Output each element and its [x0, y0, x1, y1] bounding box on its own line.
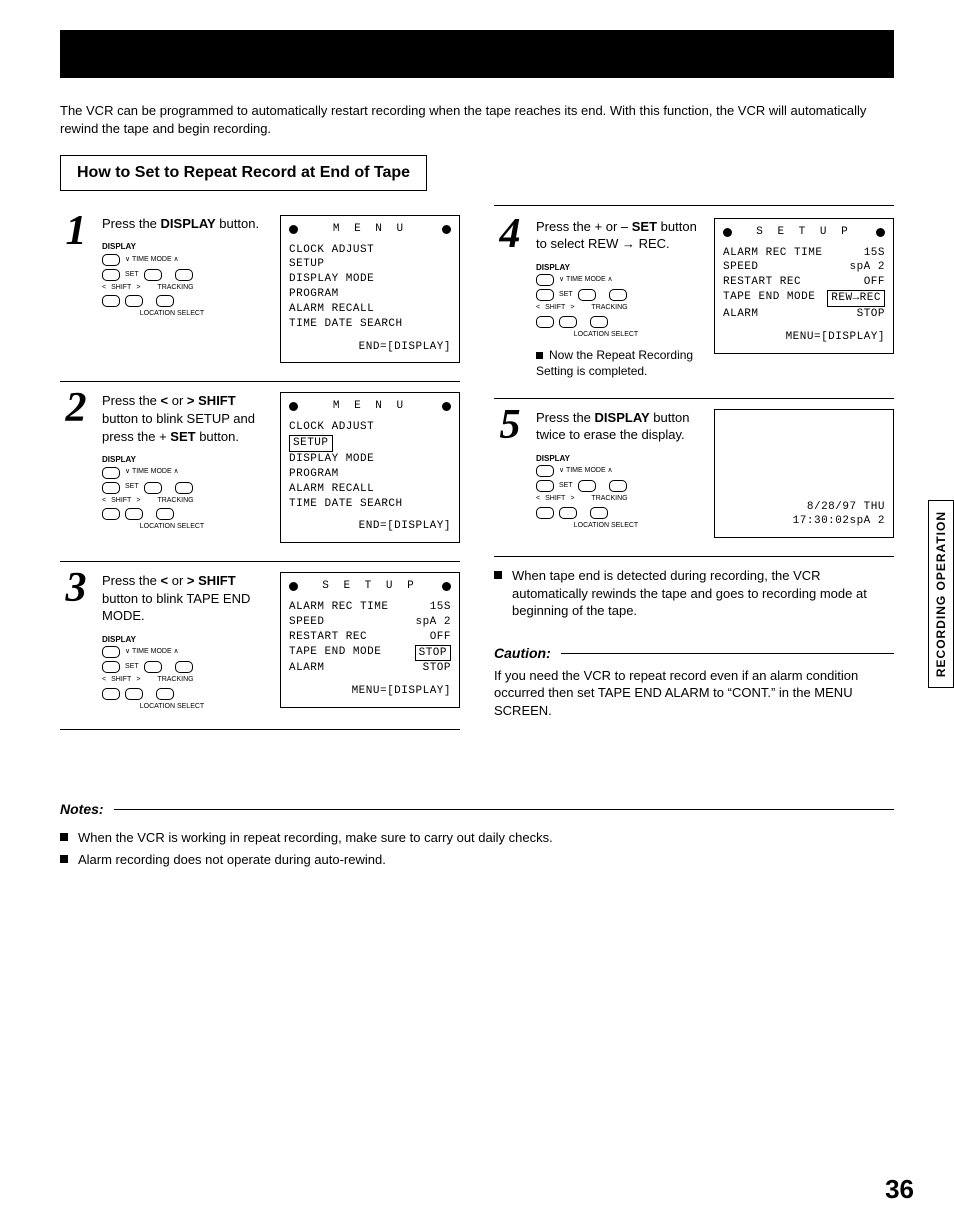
- notes-heading: Notes:: [60, 800, 104, 819]
- section-header-bar: [60, 30, 894, 78]
- notes-block: Notes: When the VCR is working in repeat…: [60, 800, 894, 868]
- step-number: 1: [60, 215, 92, 249]
- remote-buttons-diagram: DISPLAY ∨ TIME MODE ∧ SET <SHIFT>TRACKIN…: [536, 263, 676, 339]
- step-number: 2: [60, 392, 92, 426]
- remote-buttons-diagram: DISPLAY ∨ TIME MODE ∧ SET <SHIFT>TRACKIN…: [536, 454, 676, 530]
- screen-timestamp: 8/28/97 THU 17:30:02spA 2: [714, 409, 894, 539]
- bullet-icon: [494, 571, 502, 579]
- page: The VCR can be programmed to automatical…: [0, 0, 954, 1227]
- step-3: 3 Press the < or > SHIFT button to blink…: [60, 562, 460, 730]
- step-note: Now the Repeat Recording Setting is comp…: [536, 347, 702, 379]
- step-2: 2 Press the < or > SHIFT button to blink…: [60, 382, 460, 562]
- screen-setup-3: S E T U P ALARM REC TIME15S SPEEDspA 2 R…: [280, 572, 460, 708]
- step-4: 4 Press the + or – SET button to select …: [494, 205, 894, 399]
- step-text: Press the < or > SHIFT button to blink T…: [102, 572, 268, 625]
- caution-text: If you need the VCR to repeat record eve…: [494, 667, 894, 720]
- screen-menu-1: M E N U CLOCK ADJUST SETUP DISPLAY MODE …: [280, 215, 460, 364]
- screen-menu-2: M E N U CLOCK ADJUST SETUP DISPLAY MODE …: [280, 392, 460, 543]
- bullet-icon: [60, 833, 68, 841]
- remote-buttons-diagram: DISPLAY ∨ TIME MODE ∧ SET <SHIFT>TRACKIN…: [102, 635, 242, 711]
- remote-buttons-diagram: DISPLAY ∨ TIME MODE ∧ SET <SHIFT>TRACKIN…: [102, 242, 242, 318]
- note-item: Alarm recording does not operate during …: [78, 851, 386, 869]
- caution-heading: Caution:: [494, 644, 551, 663]
- screen-setup-4: S E T U P ALARM REC TIME15S SPEEDspA 2 R…: [714, 218, 894, 354]
- step-text: Press the < or > SHIFT button to blink S…: [102, 392, 268, 445]
- step-number: 3: [60, 572, 92, 606]
- intro-text: The VCR can be programmed to automatical…: [60, 102, 894, 137]
- page-title: How to Set to Repeat Record at End of Ta…: [60, 155, 427, 191]
- columns: 1 Press the DISPLAY button. DISPLAY ∨ TI…: [60, 205, 894, 731]
- step-5: 5 Press the DISPLAY button twice to eras…: [494, 399, 894, 558]
- caution-block: Caution: If you need the VCR to repeat r…: [494, 644, 894, 720]
- step-text: Press the + or – SET button to select RE…: [536, 218, 702, 253]
- step-text: Press the DISPLAY button.: [102, 215, 268, 233]
- section-tab: RECORDING OPERATION: [928, 500, 954, 688]
- note-item: When the VCR is working in repeat record…: [78, 829, 553, 847]
- step-text: Press the DISPLAY button twice to erase …: [536, 409, 702, 444]
- right-column: 4 Press the + or – SET button to select …: [494, 205, 894, 731]
- page-number: 36: [885, 1172, 914, 1207]
- remote-buttons-diagram: DISPLAY ∨ TIME MODE ∧ SET <SHIFT>TRACKIN…: [102, 455, 242, 531]
- left-column: 1 Press the DISPLAY button. DISPLAY ∨ TI…: [60, 205, 460, 731]
- bullet-icon: [60, 855, 68, 863]
- step-number: 4: [494, 218, 526, 252]
- info-bullet: When tape end is detected during recordi…: [494, 567, 894, 620]
- step-1: 1 Press the DISPLAY button. DISPLAY ∨ TI…: [60, 205, 460, 383]
- step-number: 5: [494, 409, 526, 443]
